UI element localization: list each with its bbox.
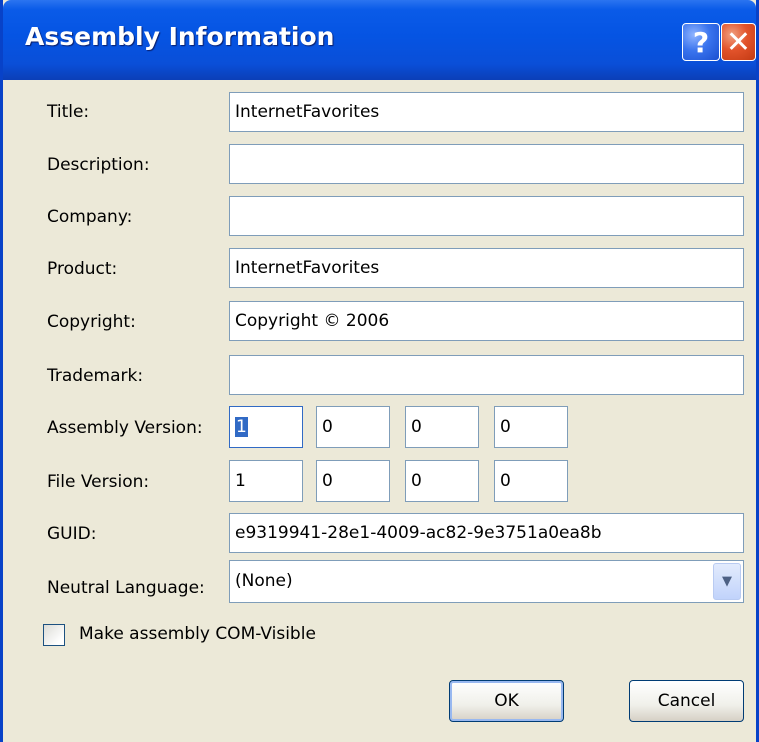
company-input[interactable] <box>229 196 744 236</box>
file-version-minor[interactable]: 0 <box>316 460 390 502</box>
assembly-version-minor[interactable]: 0 <box>316 406 390 448</box>
title-bar[interactable]: Assembly Information ? ✕ <box>3 0 756 80</box>
assembly-version-major[interactable]: 1 <box>229 406 303 448</box>
neutral-language-select[interactable]: (None) ▼ <box>229 560 744 603</box>
trademark-label: Trademark: <box>47 366 144 386</box>
description-label: Description: <box>47 155 150 175</box>
product-label: Product: <box>47 259 118 279</box>
trademark-input[interactable] <box>229 355 744 395</box>
assembly-version-label: Assembly Version: <box>47 418 203 438</box>
assembly-version-build[interactable]: 0 <box>405 406 479 448</box>
product-input[interactable]: InternetFavorites <box>229 248 744 288</box>
neutral-language-value: (None) <box>235 571 293 591</box>
file-version-build[interactable]: 0 <box>405 460 479 502</box>
assembly-version-revision[interactable]: 0 <box>494 406 568 448</box>
guid-input[interactable]: e9319941-28e1-4009-ac82-9e3751a0ea8b <box>229 513 744 553</box>
close-button[interactable]: ✕ <box>721 23 756 61</box>
file-version-revision[interactable]: 0 <box>494 460 568 502</box>
selected-text: 1 <box>235 417 248 437</box>
close-icon: ✕ <box>725 24 752 60</box>
chevron-down-icon[interactable]: ▼ <box>713 563 741 600</box>
neutral-language-label: Neutral Language: <box>47 578 205 598</box>
file-version-label: File Version: <box>47 472 150 492</box>
copyright-label: Copyright: <box>47 312 136 332</box>
title-input[interactable]: InternetFavorites <box>229 92 744 132</box>
guid-label: GUID: <box>47 524 97 544</box>
ok-button[interactable]: OK <box>449 680 564 722</box>
title-label: Title: <box>47 102 90 122</box>
help-button[interactable]: ? <box>682 23 720 61</box>
file-version-major[interactable]: 1 <box>229 460 303 502</box>
description-input[interactable] <box>229 144 744 184</box>
com-visible-checkbox[interactable] <box>43 624 65 646</box>
cancel-button[interactable]: Cancel <box>629 680 744 722</box>
com-visible-label[interactable]: Make assembly COM-Visible <box>79 624 316 644</box>
copyright-input[interactable]: Copyright © 2006 <box>229 301 744 341</box>
question-mark-icon: ? <box>692 25 710 59</box>
window-title: Assembly Information <box>25 22 335 51</box>
assembly-information-dialog: Assembly Information ? ✕ Title: Internet… <box>0 0 759 742</box>
company-label: Company: <box>47 207 133 227</box>
